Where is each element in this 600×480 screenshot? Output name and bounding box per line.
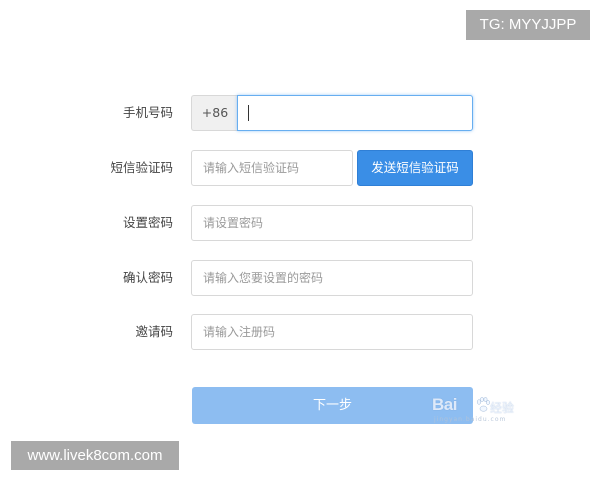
sms-code-placeholder: 请输入短信验证码	[203, 161, 300, 175]
invite-code-placeholder: 请输入注册码	[203, 325, 276, 339]
invite-code-input[interactable]: 请输入注册码	[191, 314, 473, 350]
baidu-watermark: Bai 经验 jingyan.baidu.com	[432, 393, 524, 423]
confirm-password-placeholder: 请输入您要设置的密码	[203, 271, 324, 285]
phone-input[interactable]	[237, 95, 473, 131]
baidu-paw-icon	[476, 397, 490, 412]
send-sms-code-button[interactable]: 发送短信验证码	[357, 150, 473, 186]
confirm-password-label: 确认密码	[122, 270, 173, 285]
top-overlay-tag: TG: MYYJJPP	[466, 10, 590, 40]
bottom-overlay-tag: www.livek8com.com	[11, 441, 179, 470]
password-label: 设置密码	[122, 215, 173, 230]
watermark-brand: Bai	[432, 395, 457, 414]
password-input[interactable]: 请设置密码	[191, 205, 473, 241]
watermark-side-text: 经验	[490, 401, 515, 415]
sms-code-label: 短信验证码	[110, 160, 173, 175]
watermark-url: jingyan.baidu.com	[434, 416, 507, 423]
text-caret	[248, 105, 249, 121]
phone-label: 手机号码	[122, 105, 173, 120]
next-step-button[interactable]: 下一步	[192, 387, 473, 424]
country-code-prefix: +86	[191, 95, 238, 131]
password-placeholder: 请设置密码	[203, 216, 264, 230]
registration-form: 手机号码 +86 短信验证码 请输入短信验证码 发送短信验证码 设置密码 请设置…	[0, 0, 600, 480]
confirm-password-input[interactable]: 请输入您要设置的密码	[191, 260, 473, 296]
sms-code-input[interactable]: 请输入短信验证码	[191, 150, 353, 186]
invite-code-label: 邀请码	[135, 324, 173, 339]
